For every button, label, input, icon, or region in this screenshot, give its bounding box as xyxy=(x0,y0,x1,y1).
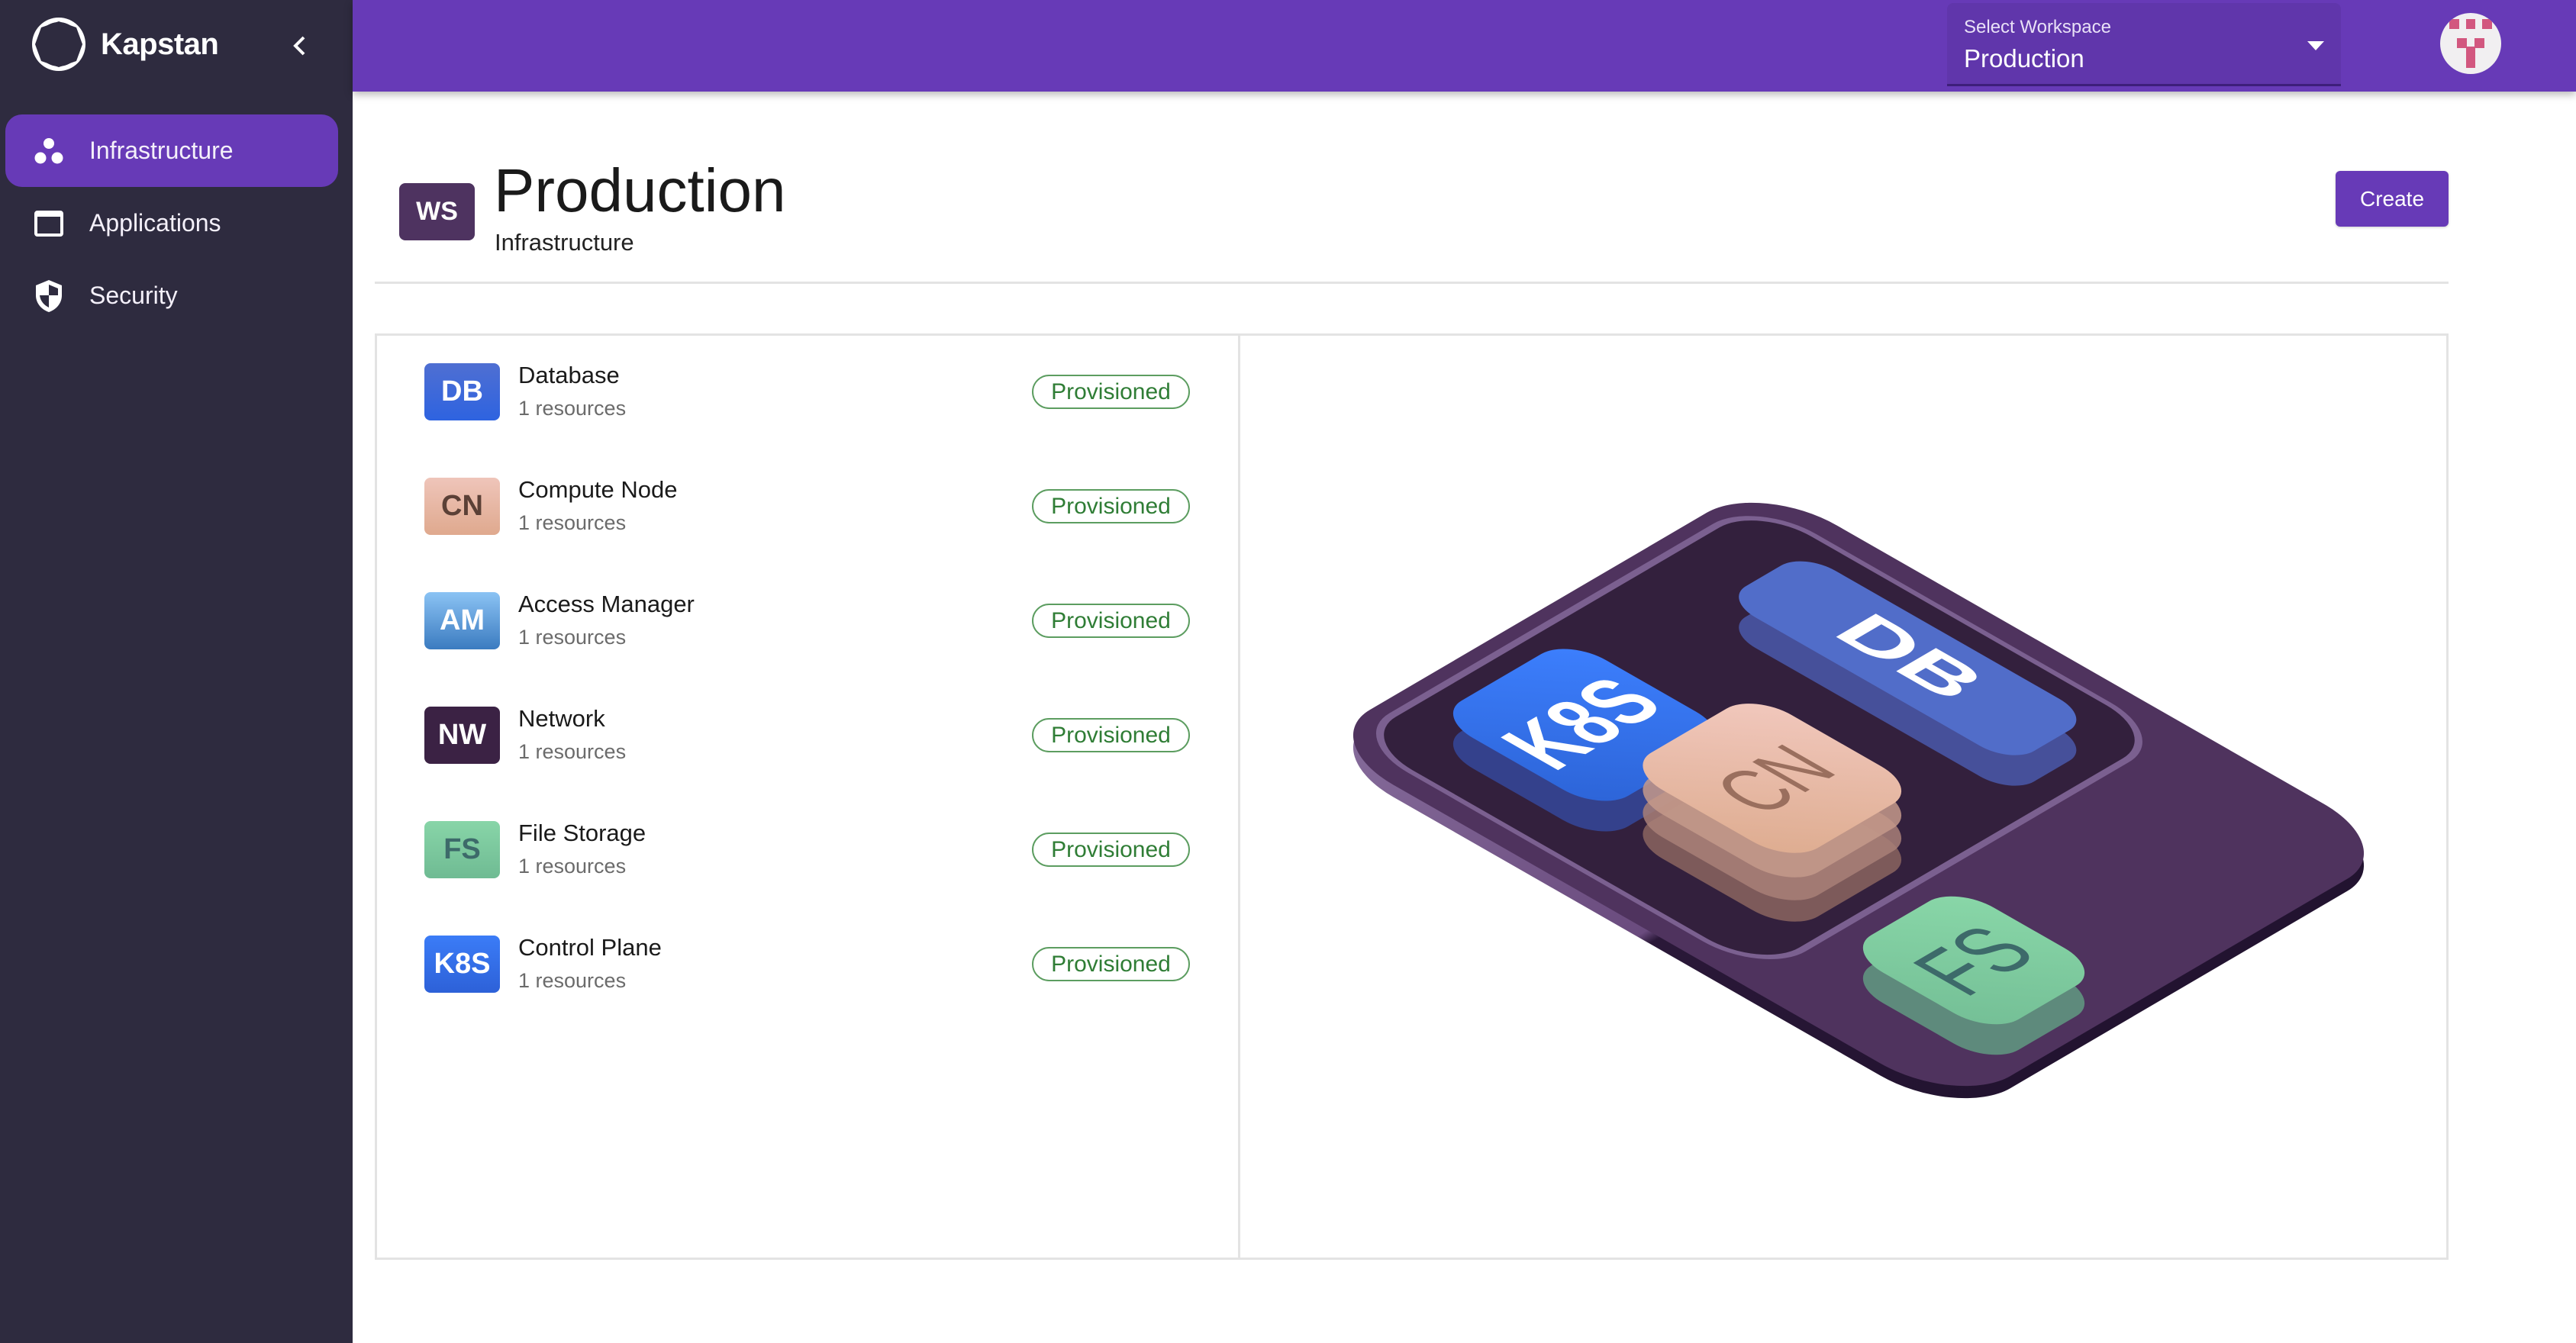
workspace-select-label: Select Workspace xyxy=(1964,17,2111,37)
workspace-select-value: Production xyxy=(1964,44,2084,72)
user-avatar[interactable] xyxy=(2440,13,2501,74)
infrastructure-card: DB Database 1 resources Provisioned CN C… xyxy=(375,333,2449,1260)
identicon-avatar-icon xyxy=(2449,19,2492,68)
top-bar: Select Workspace Production xyxy=(353,0,2576,92)
infrastructure-illustration: DB K8S CN FS xyxy=(1243,336,2446,1258)
workspace-select[interactable]: Select Workspace Production xyxy=(1947,3,2341,86)
isometric-infrastructure-illustration: DB K8S CN FS xyxy=(1352,502,2365,1099)
caret-down-icon xyxy=(2307,41,2324,50)
